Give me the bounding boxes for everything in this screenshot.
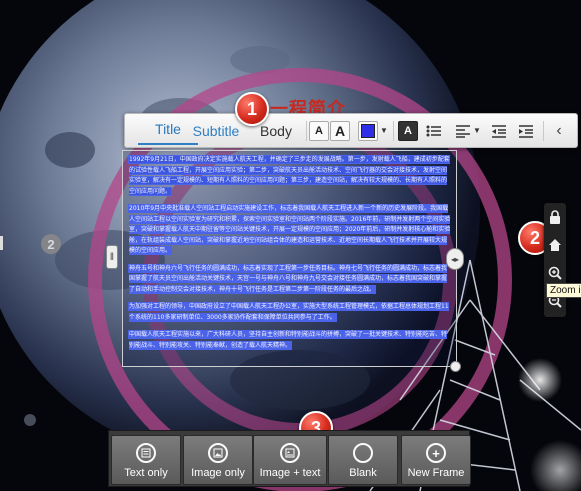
text-background-button[interactable]: A: [398, 120, 418, 141]
text-paragraph[interactable]: 为加强对工程的领导，中国政府设立了中国载人航天工程办公室，实施大型系统工程管理模…: [129, 302, 451, 323]
image-text-icon: [280, 443, 300, 463]
zoom-in-icon: [548, 266, 562, 280]
text-paragraph[interactable]: 2010年9月中央批准载人空间站工程启动实施建设工作，标志着我国载人航天工程进入…: [129, 204, 451, 257]
resize-handle-left[interactable]: ‖: [106, 245, 118, 269]
text-format-toolbar: Title Subtitle Body A A ▼ A ▼ ‹: [124, 113, 578, 148]
font-smaller-button[interactable]: A: [309, 120, 329, 141]
new-frame-plus-icon: +: [426, 443, 446, 463]
toolbar-divider: [306, 121, 307, 141]
font-larger-button[interactable]: A: [330, 120, 350, 141]
left-edge-marker: [0, 236, 3, 250]
resize-handle-right[interactable]: ◂▸: [446, 248, 464, 270]
collapse-toolbar-button[interactable]: ‹: [548, 114, 570, 147]
toolbar-divider: [543, 121, 544, 141]
lock-icon: [550, 210, 560, 224]
text-color-button[interactable]: [358, 120, 379, 141]
indent-button[interactable]: [514, 114, 538, 147]
text-paragraph[interactable]: 神舟五号和神舟六号飞行任务的圆满成功，标志着实现了工程第一步任务目标。神舟七号飞…: [129, 264, 451, 296]
page-indicator[interactable]: 2: [41, 234, 61, 254]
layout-blank-button[interactable]: Blank: [328, 435, 398, 485]
layout-label: Image + text: [259, 467, 321, 479]
indent-icon: [519, 124, 533, 138]
layout-label: Text only: [124, 467, 168, 479]
text-paragraph[interactable]: 中国载人航天工程实施以来，广大科研人员，坚持自主创新和特别能战斗的拼搏，突破了一…: [129, 330, 451, 351]
layout-image-text-button[interactable]: Image + text: [253, 435, 327, 485]
layout-label: New Frame: [407, 467, 465, 479]
outdent-icon: [492, 124, 506, 138]
zoom-tooltip: Zoom i: [546, 283, 581, 298]
blank-icon: [353, 443, 373, 463]
bulleted-list-button[interactable]: [423, 114, 445, 147]
text-only-icon: [136, 443, 156, 463]
layout-bar: Text only Image only Image + text Blank …: [108, 430, 471, 487]
layout-label: Image only: [191, 467, 245, 479]
align-left-icon: [456, 124, 471, 138]
callout-1: 1: [235, 92, 269, 126]
outdent-button[interactable]: [487, 114, 511, 147]
align-dropdown[interactable]: ▼: [452, 114, 484, 147]
bulleted-list-icon: [426, 125, 441, 136]
tab-subtitle[interactable]: Subtitle: [189, 114, 243, 147]
home-icon: [549, 239, 561, 251]
chevron-down-icon: ▼: [473, 126, 481, 135]
new-frame-button[interactable]: + New Frame: [401, 435, 471, 485]
view-toolbar: [544, 203, 566, 317]
toolbar-divider: [393, 121, 394, 141]
color-swatch: [361, 123, 376, 138]
home-button[interactable]: [545, 234, 565, 256]
layout-label: Blank: [349, 467, 377, 479]
text-paragraph[interactable]: 1992年9月21日，中国政府决定实施载人航天工程，并确定了三步走的发展战略。第…: [129, 155, 451, 197]
rotate-handle[interactable]: [450, 361, 461, 372]
chevron-down-icon: ▼: [380, 126, 388, 135]
chevron-left-icon: ‹: [556, 121, 562, 139]
lock-button[interactable]: [545, 206, 565, 228]
image-only-icon: [208, 443, 228, 463]
body-text-box[interactable]: 1992年9月21日，中国政府决定实施载人航天工程，并确定了三步走的发展战略。第…: [122, 150, 457, 367]
layout-image-only-button[interactable]: Image only: [183, 435, 253, 485]
zoom-in-button[interactable]: [545, 262, 565, 284]
layout-text-only-button[interactable]: Text only: [111, 435, 181, 485]
